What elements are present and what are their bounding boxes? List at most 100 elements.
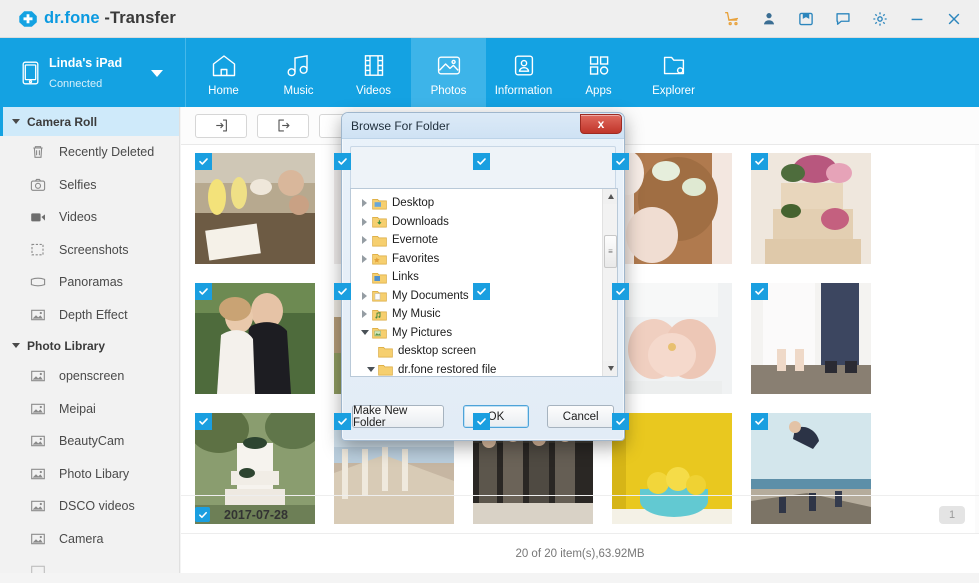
sidebar-item-openscreen[interactable]: openscreen	[0, 360, 179, 393]
gear-icon[interactable]	[871, 10, 889, 28]
sidebar-group-camera-roll[interactable]: Camera Roll	[0, 107, 179, 136]
tab-information[interactable]: Information	[486, 38, 561, 107]
photo-thumbnail[interactable]	[195, 283, 315, 394]
sidebar-item-panoramas[interactable]: Panoramas	[0, 266, 179, 299]
photo-checkbox[interactable]	[195, 153, 212, 170]
picture-icon	[30, 531, 46, 547]
expand-toggle-icon[interactable]	[357, 218, 372, 226]
photo-checkbox[interactable]	[751, 153, 768, 170]
photo-checkbox[interactable]	[473, 283, 490, 300]
photo-checkbox[interactable]	[195, 413, 212, 430]
tab-videos-label: Videos	[356, 85, 391, 97]
titlebar-actions	[723, 10, 963, 28]
tree-node-desktop[interactable]: Desktop	[351, 194, 617, 213]
sidebar-group-label: Photo Library	[27, 339, 105, 353]
device-selector[interactable]: Linda's iPad Connected	[0, 38, 186, 107]
tree-node-evernote[interactable]: Evernote	[351, 231, 617, 250]
tree-node-favorites[interactable]: Favorites	[351, 250, 617, 269]
apps-icon	[584, 52, 614, 79]
ipad-icon	[22, 61, 39, 85]
sidebar[interactable]: Camera Roll Recently Deleted Selfies Vid…	[0, 107, 180, 573]
minimize-icon[interactable]	[908, 10, 926, 28]
photo-thumbnail[interactable]	[751, 153, 871, 264]
folder-favorites-icon	[372, 252, 387, 265]
account-icon[interactable]	[760, 10, 778, 28]
photo-checkbox[interactable]	[473, 413, 490, 430]
sidebar-item-label: Depth Effect	[59, 308, 128, 322]
tab-photos[interactable]: Photos	[411, 38, 486, 107]
sidebar-item-videos[interactable]: Videos	[0, 201, 179, 234]
sidebar-item-camera[interactable]: Camera	[0, 523, 179, 556]
trash-icon	[30, 144, 46, 160]
tree-node-label: Downloads	[392, 216, 449, 228]
photo-thumbnail[interactable]	[751, 283, 871, 394]
collapse-toggle-icon[interactable]	[363, 367, 378, 372]
sidebar-item-photo-libary[interactable]: Photo Libary	[0, 458, 179, 491]
sidebar-item-partial[interactable]	[0, 555, 179, 573]
camera-icon	[30, 177, 46, 193]
tree-node-label: desktop screen	[398, 345, 476, 357]
picture-icon	[30, 466, 46, 482]
tree-node-downloads[interactable]: Downloads	[351, 213, 617, 232]
sidebar-item-selfies[interactable]: Selfies	[0, 169, 179, 202]
tab-music[interactable]: Music	[261, 38, 336, 107]
sidebar-group-photo-library[interactable]: Photo Library	[0, 331, 179, 360]
inbox-icon[interactable]	[797, 10, 815, 28]
sidebar-item-meipai[interactable]: Meipai	[0, 393, 179, 426]
photo-checkbox[interactable]	[612, 283, 629, 300]
collapse-toggle-icon[interactable]	[357, 330, 372, 335]
tree-node-label: Desktop	[392, 197, 434, 209]
sidebar-item-dsco-videos[interactable]: DSCO videos	[0, 490, 179, 523]
feedback-icon[interactable]	[834, 10, 852, 28]
expand-toggle-icon[interactable]	[357, 292, 372, 300]
scroll-down-icon[interactable]	[603, 361, 618, 376]
expand-toggle-icon[interactable]	[357, 199, 372, 207]
picture-icon	[30, 498, 46, 514]
export-button[interactable]	[257, 114, 309, 138]
sidebar-item-beautycam[interactable]: BeautyCam	[0, 425, 179, 458]
sidebar-item-recently-deleted[interactable]: Recently Deleted	[0, 136, 179, 169]
photo-checkbox[interactable]	[612, 413, 629, 430]
photo-checkbox[interactable]	[751, 283, 768, 300]
photo-checkbox[interactable]	[334, 153, 351, 170]
photo-thumbnail[interactable]	[195, 153, 315, 264]
tree-node-drfone-restored-file[interactable]: dr.fone restored file	[351, 361, 617, 378]
import-button[interactable]	[195, 114, 247, 138]
photo-checkbox[interactable]	[195, 283, 212, 300]
sidebar-item-depth-effect[interactable]: Depth Effect	[0, 299, 179, 332]
tree-node-my-music[interactable]: My Music	[351, 305, 617, 324]
dialog-close-button[interactable]: x	[580, 114, 622, 134]
expand-toggle-icon[interactable]	[357, 236, 372, 244]
tree-node-label: Evernote	[392, 234, 438, 246]
expand-toggle-icon[interactable]	[357, 255, 372, 263]
photo-checkbox[interactable]	[334, 413, 351, 430]
photo-checkbox[interactable]	[334, 283, 351, 300]
tree-node-desktop-screen[interactable]: desktop screen	[351, 342, 617, 361]
chevron-down-icon[interactable]	[151, 70, 163, 77]
photo-checkbox[interactable]	[473, 153, 490, 170]
nav-tabs: Home Music Videos	[186, 38, 711, 107]
expand-toggle-icon[interactable]	[357, 310, 372, 318]
tab-apps[interactable]: Apps	[561, 38, 636, 107]
tree-node-my-pictures[interactable]: My Pictures	[351, 324, 617, 343]
scrollbar-thumb[interactable]: ≡	[604, 235, 617, 268]
make-new-folder-button[interactable]: Make New Folder	[352, 405, 444, 428]
content-scrollbar[interactable]	[975, 145, 979, 533]
cancel-button[interactable]: Cancel	[547, 405, 614, 428]
close-icon[interactable]	[945, 10, 963, 28]
date-group-checkbox[interactable]	[195, 507, 210, 522]
scroll-up-icon[interactable]	[603, 189, 618, 204]
sidebar-item-label: openscreen	[59, 369, 124, 383]
photo-thumbnail[interactable]	[612, 283, 732, 394]
film-icon	[359, 52, 389, 79]
photo-checkbox[interactable]	[751, 413, 768, 430]
sidebar-item-label: BeautyCam	[59, 434, 124, 448]
tab-explorer[interactable]: Explorer	[636, 38, 711, 107]
cart-icon[interactable]	[723, 10, 741, 28]
photo-thumbnail[interactable]	[612, 153, 732, 264]
tab-home[interactable]: Home	[186, 38, 261, 107]
photo-checkbox[interactable]	[612, 153, 629, 170]
tab-videos[interactable]: Videos	[336, 38, 411, 107]
sidebar-item-screenshots[interactable]: Screenshots	[0, 234, 179, 267]
sidebar-item-label: Camera	[59, 532, 103, 546]
